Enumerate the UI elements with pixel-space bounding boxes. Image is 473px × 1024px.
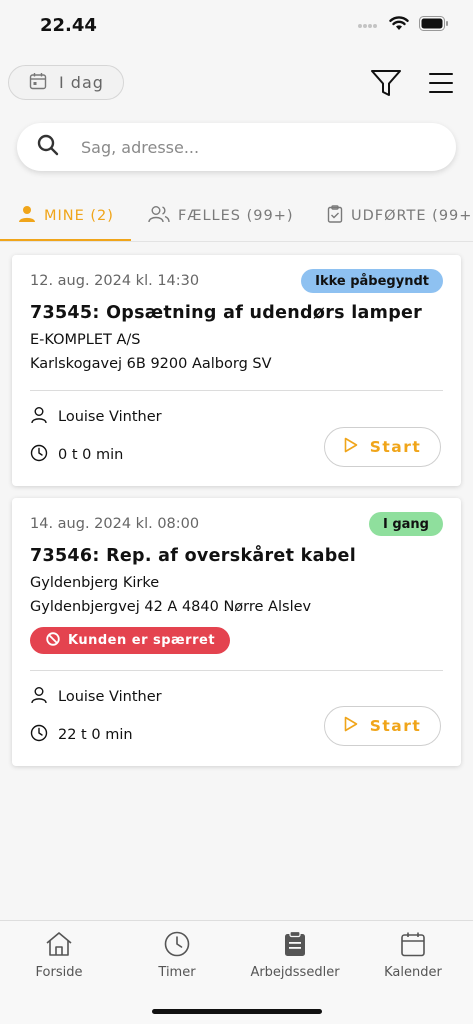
blocked-label: Kunden er spærret xyxy=(68,633,216,648)
case-date: 12. aug. 2024 kl. 14:30 xyxy=(30,273,200,289)
user-icon xyxy=(30,406,48,428)
case-title: 73546: Rep. af overskåret kabel xyxy=(30,546,356,566)
tab-mine[interactable]: MINE (2) xyxy=(18,190,114,241)
nav-item-calendar[interactable]: Kalender xyxy=(354,931,472,980)
tab-mine-label: MINE (2) xyxy=(44,208,114,224)
clipboard-icon xyxy=(284,930,306,961)
signal-icon xyxy=(357,16,379,35)
search-icon xyxy=(37,134,59,160)
status-badge: Ikke påbegyndt xyxy=(301,269,443,293)
time-spent-value: 0 t 0 min xyxy=(58,447,124,463)
user-icon xyxy=(30,686,48,708)
start-button[interactable]: Start xyxy=(324,427,441,467)
clock-icon xyxy=(30,724,48,746)
nav-label: Timer xyxy=(158,965,196,980)
app-screen: 22.44 I dag Sag, adresse... MINE (2) FÆL… xyxy=(0,0,473,1024)
status-badge: I gang xyxy=(368,512,443,536)
search-input[interactable] xyxy=(81,137,411,157)
case-customer: E-KOMPLET A/S xyxy=(30,332,141,348)
home-icon xyxy=(45,931,73,961)
start-label: Start xyxy=(369,717,422,735)
status-icons xyxy=(357,16,449,35)
assignee-name: Louise Vinther xyxy=(58,409,162,425)
today-button[interactable]: I dag xyxy=(8,65,124,100)
status-bar: 22.44 xyxy=(0,0,473,52)
status-time: 22.44 xyxy=(40,15,97,36)
start-label: Start xyxy=(369,438,422,456)
calendar-icon xyxy=(400,931,426,961)
person-icon xyxy=(18,205,36,227)
case-address: Karlskogavej 6B 9200 Aalborg SV xyxy=(30,356,272,372)
home-indicator xyxy=(152,1009,322,1014)
play-icon xyxy=(344,437,358,457)
clipboard-check-icon xyxy=(327,205,343,227)
case-card[interactable]: 12. aug. 2024 kl. 14:30 Ikke påbegyndt 7… xyxy=(12,255,461,486)
case-address: Gyldenbjergvej 42 A 4840 Nørre Alslev xyxy=(30,599,312,615)
search-bar[interactable] xyxy=(17,123,456,171)
nav-item-home[interactable]: Forside xyxy=(0,931,118,980)
case-assignee: Louise Vinther xyxy=(30,686,162,708)
battery-icon xyxy=(419,16,449,35)
tab-shared-label: FÆLLES (99+) xyxy=(178,208,294,224)
nav-label: Forside xyxy=(35,965,83,980)
case-date: 14. aug. 2024 kl. 08:00 xyxy=(30,516,200,532)
filter-icon xyxy=(370,70,402,102)
wifi-icon xyxy=(389,16,409,35)
assignee-name: Louise Vinther xyxy=(58,689,162,705)
time-spent-value: 22 t 0 min xyxy=(58,727,133,743)
tab-completed[interactable]: UDFØRTE (99+) xyxy=(327,190,473,241)
case-customer: Gyldenbjerg Kirke xyxy=(30,575,160,591)
hamburger-icon xyxy=(428,73,454,100)
case-card[interactable]: 14. aug. 2024 kl. 08:00 I gang 73546: Re… xyxy=(12,498,461,766)
people-icon xyxy=(148,205,170,227)
menu-button[interactable] xyxy=(428,70,454,96)
clock-icon xyxy=(164,931,190,961)
block-icon xyxy=(46,631,60,650)
calendar-icon xyxy=(29,72,47,94)
case-tabs: MINE (2) FÆLLES (99+) UDFØRTE (99+) xyxy=(0,190,473,242)
case-time-spent: 22 t 0 min xyxy=(30,724,133,746)
today-label: I dag xyxy=(59,73,104,92)
case-time-spent: 0 t 0 min xyxy=(30,444,123,466)
clock-icon xyxy=(30,444,48,466)
card-divider xyxy=(30,670,443,671)
tab-shared[interactable]: FÆLLES (99+) xyxy=(148,190,294,241)
nav-label: Kalender xyxy=(384,965,442,980)
play-icon xyxy=(344,716,358,736)
case-assignee: Louise Vinther xyxy=(30,406,162,428)
active-tab-indicator xyxy=(0,239,131,241)
start-button[interactable]: Start xyxy=(324,706,441,746)
nav-item-timer[interactable]: Timer xyxy=(118,931,236,980)
nav-label: Arbejdssedler xyxy=(250,965,340,980)
case-title: 73545: Opsætning af udendørs lamper xyxy=(30,303,423,323)
tab-completed-label: UDFØRTE (99+) xyxy=(351,208,473,224)
customer-blocked-badge: Kunden er spærret xyxy=(30,627,231,654)
nav-item-worksheets[interactable]: Arbejdssedler xyxy=(236,930,354,980)
filter-button[interactable] xyxy=(370,68,402,98)
card-divider xyxy=(30,390,443,391)
